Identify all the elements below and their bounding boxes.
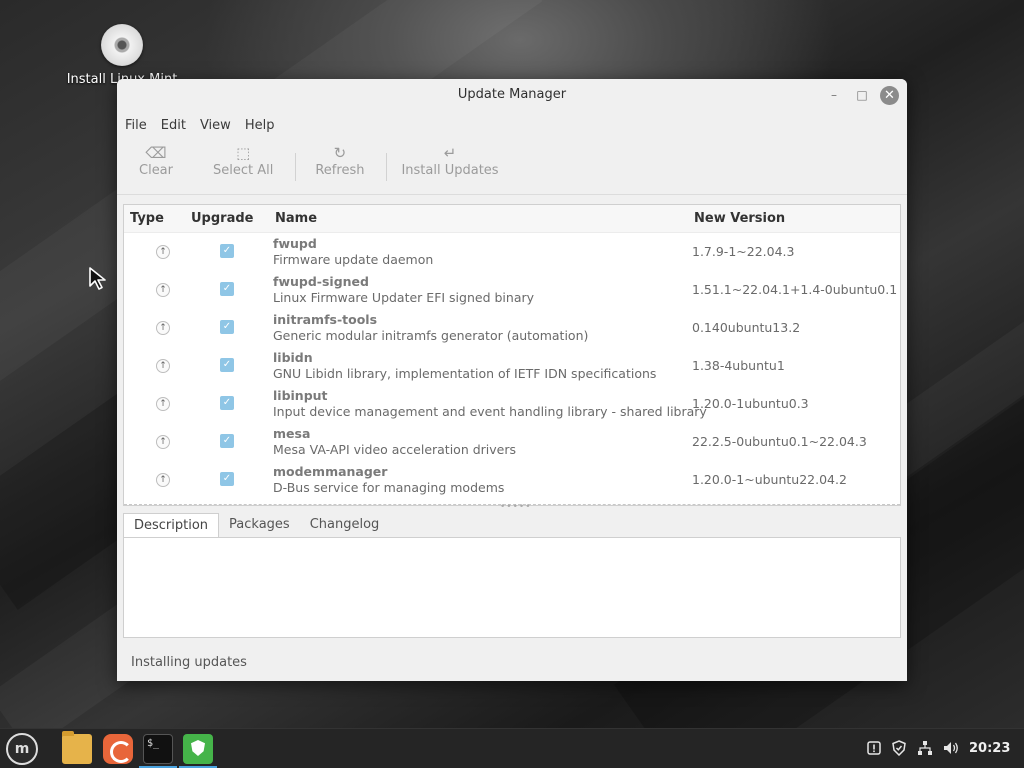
table-row[interactable]: ↑ ✓ mesa Mesa VA-API video acceleration dri… [124, 423, 900, 461]
upgrade-checkbox[interactable]: ✓ [220, 282, 234, 296]
select-all-label: Select All [213, 163, 274, 178]
backspace-icon: ⌫ [145, 144, 167, 162]
network-icon[interactable] [917, 740, 933, 760]
files-icon[interactable] [62, 731, 92, 764]
menu-file[interactable]: File [125, 118, 161, 133]
package-new-version: 1.7.9-1~22.04.3 [692, 244, 795, 259]
upgrade-type-icon: ↑ [156, 397, 170, 411]
upgrade-type-icon: ↑ [156, 245, 170, 259]
volume-icon[interactable] [942, 740, 960, 760]
package-name: modemmanager [273, 464, 388, 479]
package-name: fwupd [273, 236, 317, 251]
package-new-version: 1.51.1~22.04.1+1.4-0ubuntu0.1 [692, 282, 898, 297]
column-type[interactable]: Type [130, 211, 164, 226]
package-description: Linux Firmware Updater EFI signed binary [273, 290, 535, 305]
package-name: libidn [273, 350, 313, 365]
description-panel [123, 537, 901, 638]
refresh-icon: ↻ [333, 144, 347, 162]
upgrade-type-icon: ↑ [156, 321, 170, 335]
package-description: D-Bus service for managing modems [273, 480, 505, 495]
install-updates-label: Install Updates [401, 163, 499, 178]
table-row[interactable]: ↑ ✓ libidn GNU Libidn library, implementati… [124, 347, 900, 385]
taskbar: m $_ 20:23 [0, 728, 1024, 768]
package-new-version: 1.20.0-1ubuntu0.3 [692, 396, 809, 411]
table-row[interactable]: ↑ ✓ libinput Input device management and ev… [124, 385, 900, 423]
package-new-version: 1.38-4ubuntu1 [692, 358, 785, 373]
details-tabs: Description Packages Changelog [123, 513, 389, 538]
update-manager-window: Update Manager – □ ✕ File Edit View Help… [117, 79, 907, 681]
list-header: Type Upgrade Name New Version [124, 205, 900, 233]
upgrade-type-icon: ↑ [156, 473, 170, 487]
upgrade-checkbox[interactable]: ✓ [220, 434, 234, 448]
disc-icon [101, 24, 143, 66]
close-button[interactable]: ✕ [880, 86, 899, 105]
package-name: mesa [273, 426, 311, 441]
package-name: fwupd-signed [273, 274, 369, 289]
desktop-icon-install[interactable]: Install Linux Mint [64, 24, 180, 87]
table-row[interactable]: ↑ ✓ initramfs-tools Generic modular initram… [124, 309, 900, 347]
tab-description[interactable]: Description [123, 513, 220, 538]
upgrade-type-icon: ↑ [156, 435, 170, 449]
window-title: Update Manager [457, 87, 567, 102]
clock[interactable]: 20:23 [969, 741, 1010, 756]
install-updates-button[interactable]: ↵ Install Updates [401, 143, 498, 178]
package-name: initramfs-tools [273, 312, 378, 327]
table-row[interactable]: ↑ ✓ fwupd-signed Linux Firmware Updater EFI… [124, 271, 900, 309]
column-upgrade[interactable]: Upgrade [191, 211, 253, 226]
tab-changelog[interactable]: Changelog [300, 513, 390, 538]
menu-help[interactable]: Help [245, 118, 289, 133]
upgrade-checkbox[interactable]: ✓ [220, 358, 234, 372]
terminal-icon[interactable]: $_ [143, 734, 173, 764]
update-rows: ↑ ✓ fwupd Firmware update daemon 1.7.9-1~22.… [124, 233, 900, 499]
refresh-label: Refresh [315, 163, 365, 178]
install-icon: ↵ [443, 144, 457, 162]
minimize-button[interactable]: – [826, 87, 842, 103]
firefox-icon[interactable] [103, 734, 133, 764]
select-all-button[interactable]: ⬚ Select All [213, 143, 273, 178]
table-row[interactable]: ↑ ✓ modemmanager D-Bus service for managing… [124, 461, 900, 499]
pane-resize-handle[interactable]: ••••• [500, 502, 532, 512]
title-bar[interactable]: Update Manager – □ ✕ [117, 79, 907, 111]
select-all-icon: ⬚ [236, 144, 251, 162]
refresh-button[interactable]: ↻ Refresh [315, 143, 364, 178]
shield-tray-icon[interactable] [891, 740, 907, 760]
toolbar: ⌫ Clear ⬚ Select All ↻ Refresh ↵ Install… [117, 139, 907, 195]
status-text: Installing updates [131, 655, 247, 670]
package-description: Input device management and event handli… [273, 404, 707, 419]
menu-bar: File Edit View Help [117, 111, 907, 139]
column-name[interactable]: Name [275, 211, 317, 226]
toolbar-separator [295, 153, 297, 181]
mouse-cursor-icon [89, 267, 106, 290]
upgrade-checkbox[interactable]: ✓ [220, 244, 234, 258]
table-row[interactable]: ↑ ✓ fwupd Firmware update daemon 1.7.9-1~22.… [124, 233, 900, 271]
updates-list[interactable]: Type Upgrade Name New Version ↑ ✓ fwupd Fir… [123, 204, 901, 506]
update-manager-shield-icon[interactable] [183, 734, 213, 764]
package-new-version: 0.140ubuntu13.2 [692, 320, 801, 335]
upgrade-type-icon: ↑ [156, 359, 170, 373]
tab-packages[interactable]: Packages [219, 513, 300, 538]
upgrade-checkbox[interactable]: ✓ [220, 472, 234, 486]
package-description: GNU Libidn library, implementation of IE… [273, 366, 657, 381]
mint-menu-icon[interactable]: m [6, 733, 38, 765]
package-description: Generic modular initramfs generator (aut… [273, 328, 589, 343]
toolbar-separator [386, 153, 388, 181]
clear-button[interactable]: ⌫ Clear [139, 143, 173, 178]
menu-edit[interactable]: Edit [161, 118, 200, 133]
upgrade-checkbox[interactable]: ✓ [220, 396, 234, 410]
upgrade-type-icon: ↑ [156, 283, 170, 297]
maximize-button[interactable]: □ [854, 87, 870, 103]
package-new-version: 1.20.0-1~ubuntu22.04.2 [692, 472, 847, 487]
column-new-version[interactable]: New Version [694, 211, 785, 226]
package-description: Firmware update daemon [273, 252, 434, 267]
package-new-version: 22.2.5-0ubuntu0.1~22.04.3 [692, 434, 867, 449]
update-notification-icon[interactable] [866, 740, 882, 760]
package-description: Mesa VA-API video acceleration drivers [273, 442, 517, 457]
package-name: libinput [273, 388, 328, 403]
menu-view[interactable]: View [200, 118, 245, 133]
upgrade-checkbox[interactable]: ✓ [220, 320, 234, 334]
clear-label: Clear [139, 163, 173, 178]
